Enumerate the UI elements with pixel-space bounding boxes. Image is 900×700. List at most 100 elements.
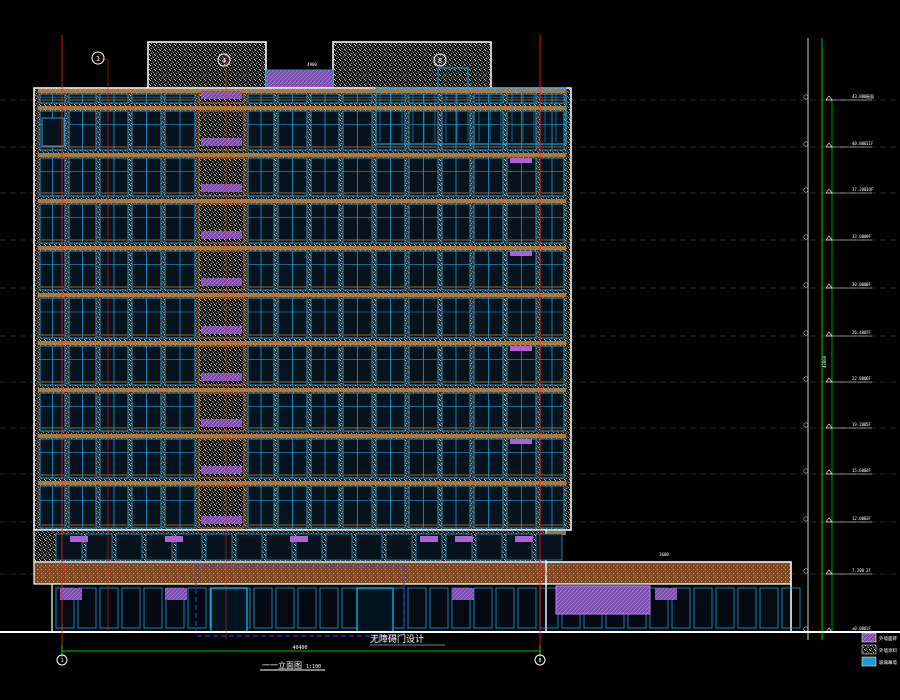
axis-label: 1 (60, 658, 63, 664)
slab-band (38, 293, 566, 297)
level-floor: 11F (866, 141, 874, 146)
accent-strip (515, 536, 533, 542)
legend-swatch (861, 632, 877, 643)
axis-label: 4 (222, 57, 226, 65)
axis-label: 8 (538, 658, 541, 664)
level-markers: 43.800 屋面 40.800 11F 37.200 10F 33.600 9F 30.000… (803, 93, 874, 633)
slab-band (38, 153, 566, 157)
level-floor: 2F (866, 568, 872, 573)
stair-panel (201, 466, 242, 474)
accent-strip (165, 536, 183, 542)
stair-panel (201, 373, 242, 381)
level-elevation: 37.200 (852, 187, 867, 192)
stair-panel (201, 184, 242, 192)
slab-band (38, 341, 566, 345)
level-elevation: 26.400 (852, 330, 867, 335)
level-elevation: 12.000 (852, 516, 867, 521)
level-elevation: 22.800 (852, 376, 867, 381)
title-scale: 1:100 (306, 664, 321, 670)
podium-window (475, 533, 503, 561)
podium-window (205, 533, 233, 561)
podium-accent (60, 588, 82, 600)
level-floor: 5F (866, 422, 872, 427)
podium-accent (165, 588, 187, 600)
level-floor: 10F (866, 187, 874, 192)
level-marker: 33.600 9F (803, 234, 872, 241)
level-marker: 7.200 2F (803, 568, 872, 575)
legend-label: 外墙涂料 (879, 647, 897, 654)
accent-strip (510, 251, 532, 256)
accent-strip (510, 346, 532, 351)
level-marker: 22.800 6F (803, 376, 872, 383)
level-marker: 19.200 5F (803, 422, 872, 429)
level-floor: 6F (866, 376, 872, 381)
slab-band (38, 481, 566, 485)
level-floor: 1F (866, 626, 872, 631)
overall-width: 40400 (292, 645, 307, 651)
podium-window (385, 533, 413, 561)
axis-label: 1 (96, 55, 100, 63)
accent-strip (420, 536, 438, 542)
podium-window (325, 533, 353, 561)
accent-strip (510, 158, 532, 163)
legend: 外墙面砖外墙涂料玻璃幕墙 (861, 632, 897, 667)
legend-swatch (861, 656, 877, 667)
annotation-text: 无障碍门设计 (370, 633, 424, 645)
accent-strip (510, 439, 532, 444)
level-marker: 12.000 3F (803, 516, 872, 523)
elevation-drawing: 1 4 8 40400 1 8 4900 3600 无障碍门设计 一一立面图 1… (0, 35, 900, 671)
podium-window (355, 533, 383, 561)
stair-panel (201, 278, 242, 286)
level-marker: 40.800 11F (803, 141, 874, 148)
level-floor: 8F (866, 282, 872, 287)
slab-band (38, 434, 566, 438)
total-height: 43800 (822, 355, 827, 368)
legend-label: 玻璃幕墙 (879, 659, 897, 666)
stair-panel (201, 419, 242, 427)
roof-dim: 4900 (307, 62, 317, 67)
level-floor: 屋面 (866, 93, 874, 99)
accent-strip (290, 536, 308, 542)
level-floor: 3F (866, 516, 872, 521)
stair-panel (201, 138, 242, 146)
canopy-dim: 3600 (659, 552, 669, 557)
legend-swatch (861, 644, 877, 655)
level-marker: 37.200 10F (803, 187, 874, 194)
level-elevation: ±0.000 (852, 626, 867, 631)
level-elevation: 33.600 (852, 234, 867, 239)
level-elevation: 7.200 (852, 568, 865, 573)
level-floor: 7F (866, 330, 872, 335)
stair-panel (201, 231, 242, 239)
slab-band (38, 106, 566, 110)
level-elevation: 15.600 (852, 468, 867, 473)
level-elevation: 19.200 (852, 422, 867, 427)
axis-bubble-top-left: 1 (91, 51, 105, 65)
accent-strip (70, 536, 88, 542)
level-floor: 9F (866, 234, 872, 239)
roof-structures (147, 41, 492, 93)
level-marker: 26.400 7F (803, 330, 872, 337)
level-marker: 30.000 8F (803, 282, 872, 289)
stair-panel (201, 91, 242, 99)
slab-band (38, 246, 566, 250)
window (41, 117, 65, 147)
slab-band (38, 199, 566, 203)
tower-windows (37, 87, 567, 535)
title-text: 一一立面图 (262, 660, 302, 670)
stair-panel (201, 516, 242, 524)
podium-window (265, 533, 293, 561)
legend-label: 外墙面砖 (879, 635, 897, 642)
podium-accent (655, 588, 677, 600)
level-floor: 4F (866, 468, 872, 473)
level-elevation: 43.800 (852, 94, 867, 99)
axis-label: 8 (438, 57, 442, 65)
slab-band (38, 89, 566, 93)
level-marker: 43.800 屋面 (803, 93, 874, 101)
legend-item: 外墙面砖 (861, 632, 897, 643)
podium-window (235, 533, 263, 561)
accent-strip (455, 536, 473, 542)
level-elevation: 30.000 (852, 282, 867, 287)
annotation-accessible-door: 无障碍门设计 (370, 633, 445, 646)
level-marker: 15.600 4F (803, 468, 872, 475)
drawing-title: 一一立面图 1:100 (260, 660, 325, 671)
